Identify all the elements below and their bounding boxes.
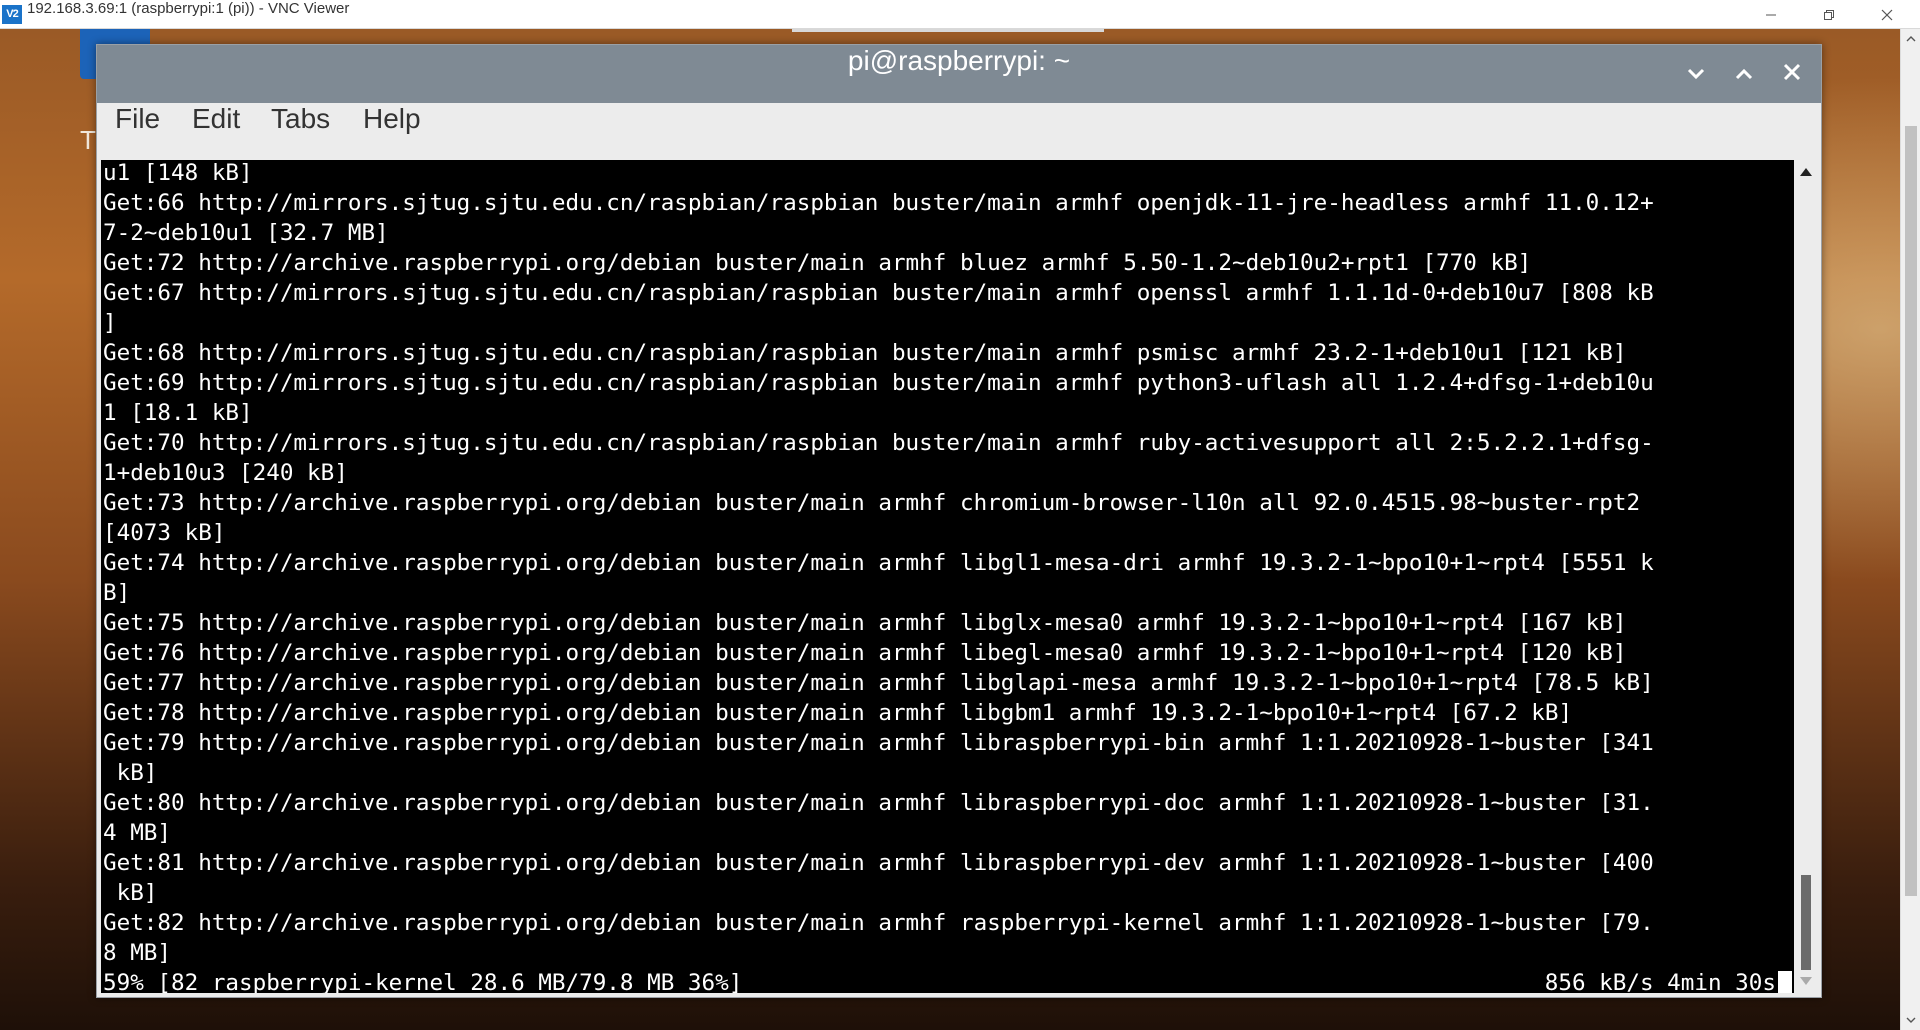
terminal-line: Get:76 http://archive.raspberrypi.org/de… (103, 640, 1627, 666)
terminal-line: 4 MB] (103, 820, 172, 846)
vnc-scroll-down-arrow[interactable] (1901, 1010, 1920, 1030)
terminal-line: Get:80 http://archive.raspberrypi.org/de… (103, 790, 1654, 816)
terminal-output[interactable]: u1 [148 kB] Get:66 http://mirrors.sjtug.… (101, 160, 1794, 993)
terminal-line: Get:79 http://archive.raspberrypi.org/de… (103, 730, 1654, 756)
terminal-minimize-button[interactable] (1681, 59, 1711, 89)
terminal-line: B] (103, 580, 131, 606)
terminal-line: Get:67 http://mirrors.sjtug.sjtu.edu.cn/… (103, 280, 1654, 306)
terminal-line: Get:70 http://mirrors.sjtug.sjtu.edu.cn/… (103, 430, 1654, 456)
terminal-title: pi@raspberrypi: ~ (847, 45, 1071, 76)
minimize-icon (1765, 9, 1777, 21)
terminal-line: 7-2~deb10u1 [32.7 MB] (103, 220, 389, 246)
desktop-icon-label: T (80, 125, 96, 155)
menu-tabs[interactable]: Tabs (271, 103, 330, 159)
terminal-line: kB] (103, 760, 158, 786)
vnc-scrollbar[interactable] (1900, 29, 1920, 1030)
terminal-cursor (1778, 971, 1792, 993)
chevron-down-icon (1687, 65, 1705, 84)
terminal-titlebar[interactable]: pi@raspberrypi: ~ (97, 45, 1821, 103)
terminal-line: Get:74 http://archive.raspberrypi.org/de… (103, 550, 1654, 576)
vnc-logo-icon: V2 (2, 5, 22, 24)
terminal-scrollbar-thumb[interactable] (1801, 875, 1811, 970)
terminal-line: [4073 kB] (103, 520, 226, 546)
close-icon (1881, 9, 1893, 21)
progress-status: 59% [82 raspberrypi-kernel 28.6 MB/79.8 … (103, 970, 743, 993)
terminal-line: Get:69 http://mirrors.sjtug.sjtu.edu.cn/… (103, 370, 1654, 396)
terminal-line: 1+deb10u3 [240 kB] (103, 460, 348, 486)
desktop-panel-strip (792, 29, 1104, 32)
terminal-line: Get:82 http://archive.raspberrypi.org/de… (103, 910, 1654, 936)
vnc-window-title: 192.168.3.69:1 (raspberrypi:1 (pi)) - VN… (27, 0, 350, 17)
terminal-menubar: File Edit Tabs Help (97, 103, 1821, 159)
terminal-line: Get:81 http://archive.raspberrypi.org/de… (103, 850, 1654, 876)
scroll-up-arrow[interactable] (1794, 162, 1818, 182)
terminal-line: Get:66 http://mirrors.sjtug.sjtu.edu.cn/… (103, 190, 1654, 216)
terminal-line: kB] (103, 880, 158, 906)
close-icon (1783, 63, 1801, 85)
terminal-scrollbar[interactable] (1794, 160, 1818, 993)
terminal-line: u1 [148 kB] (103, 160, 253, 186)
vnc-scroll-up-arrow[interactable] (1901, 29, 1920, 49)
chevron-up-icon (1735, 65, 1753, 84)
restore-icon (1823, 9, 1835, 21)
vnc-scrollbar-thumb[interactable] (1905, 126, 1917, 896)
terminal-close-button[interactable] (1777, 59, 1807, 89)
restore-button[interactable] (1800, 0, 1858, 29)
terminal-line: 8 MB] (103, 940, 172, 966)
menu-file[interactable]: File (115, 103, 160, 159)
terminal-maximize-button[interactable] (1729, 59, 1759, 89)
menu-help[interactable]: Help (363, 103, 421, 159)
remote-desktop[interactable]: T pi@raspberrypi: ~ File Edit Tabs Help … (0, 29, 1900, 1030)
terminal-line: 1 [18.1 kB] (103, 400, 253, 426)
terminal-line: Get:75 http://archive.raspberrypi.org/de… (103, 610, 1627, 636)
terminal-line: Get:78 http://archive.raspberrypi.org/de… (103, 700, 1573, 726)
download-speed-eta: 856 kB/s 4min 30s (1544, 970, 1776, 993)
terminal-window: pi@raspberrypi: ~ File Edit Tabs Help u1… (96, 44, 1822, 998)
menu-edit[interactable]: Edit (192, 103, 240, 159)
terminal-line: ] (103, 310, 117, 336)
close-button[interactable] (1858, 0, 1916, 29)
minimize-button[interactable] (1742, 0, 1800, 29)
terminal-line: Get:73 http://archive.raspberrypi.org/de… (103, 490, 1641, 516)
terminal-line: Get:68 http://mirrors.sjtug.sjtu.edu.cn/… (103, 340, 1627, 366)
scroll-down-arrow[interactable] (1794, 971, 1818, 991)
terminal-line: Get:72 http://archive.raspberrypi.org/de… (103, 250, 1532, 276)
vnc-titlebar: V2 192.168.3.69:1 (raspberrypi:1 (pi)) -… (0, 0, 1920, 29)
terminal-line: Get:77 http://archive.raspberrypi.org/de… (103, 670, 1654, 696)
